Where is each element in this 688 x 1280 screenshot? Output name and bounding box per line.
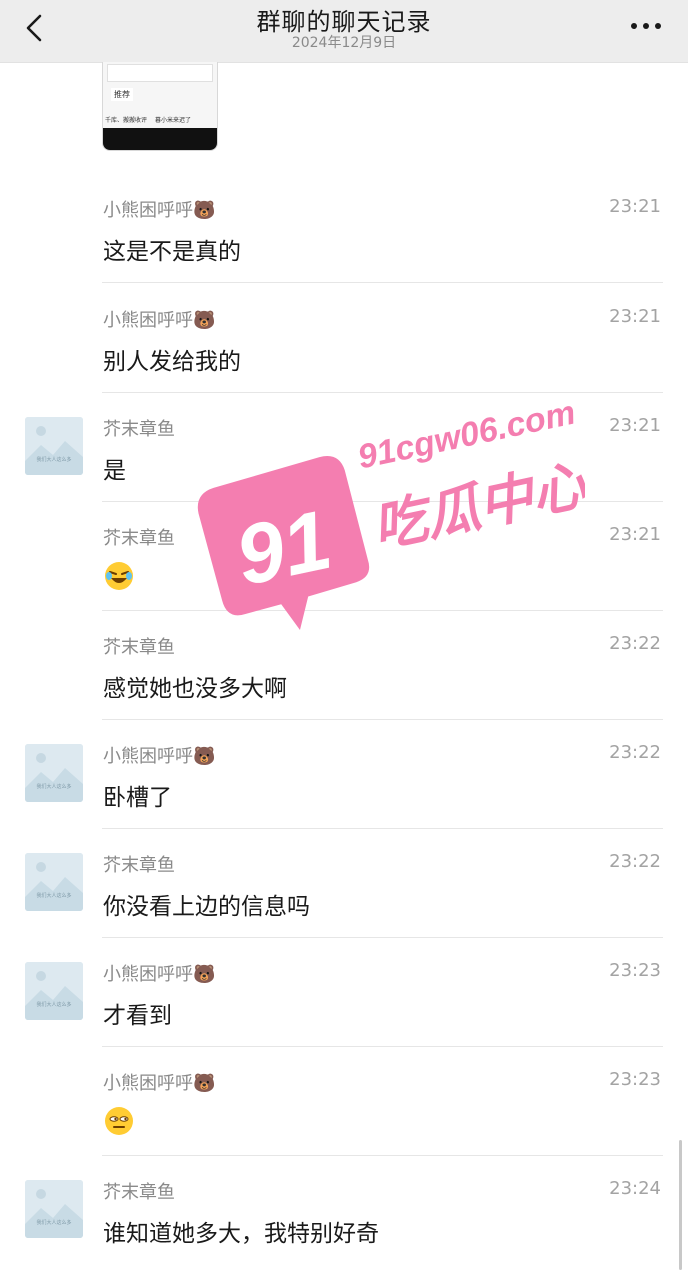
message-time: 23:21 bbox=[609, 415, 661, 436]
image-tab-label: 推荐 bbox=[111, 88, 133, 101]
message-sender: 小熊困呼呼🐻 bbox=[103, 1073, 216, 1094]
avatar[interactable]: 我们大人这么多 bbox=[25, 744, 83, 802]
avatar-caption: 我们大人这么多 bbox=[36, 893, 72, 899]
image-bottom-bar bbox=[103, 128, 217, 150]
message-divider bbox=[102, 282, 663, 283]
message-text[interactable]: 是 bbox=[103, 451, 126, 485]
message-item: 小熊困呼呼🐻 23:21 别人发给我的 bbox=[0, 284, 688, 393]
avatar-caption: 我们大人这么多 bbox=[36, 784, 72, 790]
message-time: 23:23 bbox=[609, 1069, 661, 1090]
laughing-emoji-icon[interactable] bbox=[103, 560, 135, 592]
avatar[interactable]: 我们大人这么多 bbox=[25, 1180, 83, 1238]
avatar[interactable]: 我们大人这么多 bbox=[25, 417, 83, 475]
message-time: 23:21 bbox=[609, 524, 661, 545]
message-time: 23:24 bbox=[609, 1178, 661, 1199]
scrollbar[interactable] bbox=[679, 1140, 682, 1270]
message-time: 23:21 bbox=[609, 196, 661, 217]
message-text[interactable]: 卧槽了 bbox=[103, 778, 172, 812]
message-sender: 芥末章鱼 bbox=[103, 855, 175, 876]
image-caption-left: 千库、搬搬收评 bbox=[105, 117, 148, 124]
message-time: 23:22 bbox=[609, 742, 661, 763]
shared-image-thumbnail[interactable]: 推荐 千库、搬搬收评 暮小米来迟了 bbox=[102, 62, 218, 151]
avatar-caption: 我们大人这么多 bbox=[36, 457, 72, 463]
avatar[interactable]: 我们大人这么多 bbox=[25, 853, 83, 911]
more-dots-icon[interactable] bbox=[626, 14, 666, 38]
message-item: 我们大人这么多 小熊困呼呼🐻 23:22 卧槽了 bbox=[0, 720, 688, 829]
message-item: 我们大人这么多 芥末章鱼 23:22 你没看上边的信息吗 bbox=[0, 829, 688, 938]
message-text[interactable]: 这是不是真的 bbox=[103, 232, 241, 266]
message-time: 23:23 bbox=[609, 960, 661, 981]
message-sender: 芥末章鱼 bbox=[103, 637, 175, 658]
message-text[interactable]: 感觉她也没多大啊 bbox=[103, 669, 287, 703]
avatar-caption: 我们大人这么多 bbox=[36, 1220, 72, 1226]
message-sender: 芥末章鱼 bbox=[103, 1182, 175, 1203]
message-text[interactable]: 别人发给我的 bbox=[103, 342, 241, 376]
message-sender: 小熊困呼呼🐻 bbox=[103, 310, 216, 331]
watermark-name: 吃瓜中心 bbox=[367, 453, 585, 560]
message-sender: 小熊困呼呼🐻 bbox=[103, 746, 216, 767]
message-time: 23:22 bbox=[609, 633, 661, 654]
unamused-emoji-icon[interactable] bbox=[103, 1105, 135, 1137]
message-sender: 小熊困呼呼🐻 bbox=[103, 964, 216, 985]
message-item: 小熊困呼呼🐻 23:23 bbox=[0, 1047, 688, 1156]
message-time: 23:21 bbox=[609, 306, 661, 327]
image-caption-right: 暮小米来迟了 bbox=[155, 117, 192, 124]
message-item: 我们大人这么多 芥末章鱼 23:24 谁知道她多大，我特别好奇 bbox=[0, 1156, 688, 1265]
message-text[interactable]: 你没看上边的信息吗 bbox=[103, 887, 310, 921]
message-sender: 芥末章鱼 bbox=[103, 419, 175, 440]
avatar[interactable]: 我们大人这么多 bbox=[25, 962, 83, 1020]
message-sender: 小熊困呼呼🐻 bbox=[103, 200, 216, 221]
page-date: 2024年12月9日 bbox=[291, 35, 397, 51]
chat-history-header: 群聊的聊天记录 2024年12月9日 bbox=[0, 0, 688, 63]
avatar-caption: 我们大人这么多 bbox=[36, 1002, 72, 1008]
message-time: 23:22 bbox=[609, 851, 661, 872]
message-sender: 芥末章鱼 bbox=[103, 528, 175, 549]
watermark-number: 91 bbox=[228, 492, 339, 603]
watermark-logo: 91 91cgw06.com 吃瓜中心 bbox=[197, 405, 585, 630]
message-text[interactable]: 谁知道她多大，我特别好奇 bbox=[103, 1214, 379, 1248]
message-item: 我们大人这么多 小熊困呼呼🐻 23:23 才看到 bbox=[0, 938, 688, 1047]
message-item: 小熊困呼呼🐻 23:21 这是不是真的 bbox=[0, 174, 688, 283]
message-text[interactable]: 才看到 bbox=[103, 996, 172, 1030]
